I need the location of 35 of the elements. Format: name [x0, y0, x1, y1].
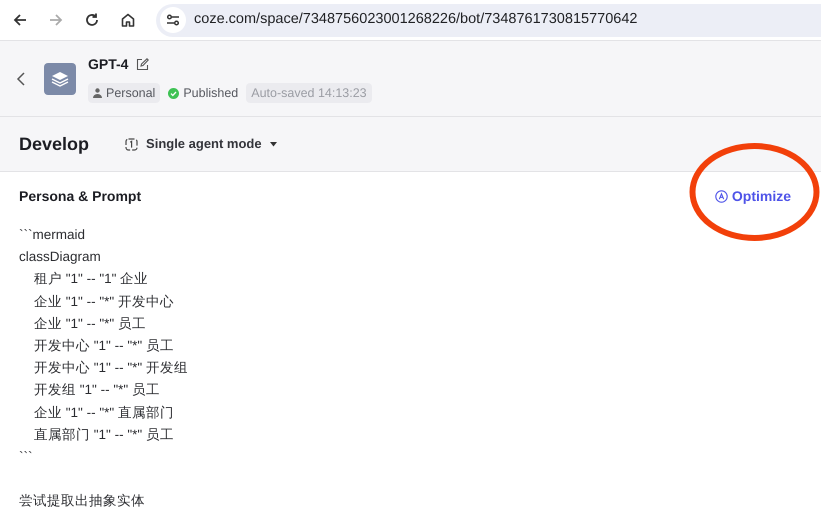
site-settings-icon [166, 13, 180, 27]
edit-icon[interactable] [136, 58, 150, 71]
prompt-line: 尝试提取出抽象实体 [19, 493, 145, 508]
prompt-line: 企业 "1" -- "*" 员工 [33, 316, 146, 331]
letter-a-circle-icon [714, 190, 728, 202]
space-tag: Personal [88, 82, 160, 104]
check-circle-icon [168, 88, 180, 98]
prompt-line: ``` [19, 449, 32, 464]
publish-status: Published [183, 84, 238, 102]
back-chevron-icon[interactable] [16, 70, 26, 86]
mode-dropdown[interactable]: Single agent mode [125, 134, 277, 154]
prompt-line: 开发中心 "1" -- "*" 员工 [33, 338, 174, 354]
section-title: Develop [19, 132, 90, 156]
bot-avatar [44, 62, 76, 94]
prompt-line: classDiagram [19, 249, 101, 264]
person-icon [93, 88, 102, 98]
url-text: coze.com/space/7348756023001268226/bot/7348761730815770642 [194, 10, 638, 30]
prompt-title: Persona & Prompt [19, 186, 142, 206]
prompt-line: 企业 "1" -- "*" 直属部门 [33, 404, 174, 420]
back-arrow-icon [12, 12, 28, 28]
autosave-tag: Auto-saved 14:13:23 [246, 82, 372, 104]
single-agent-icon [125, 138, 138, 150]
prompt-line: 开发组 "1" -- "*" 员工 [33, 382, 160, 398]
forward-arrow-icon [48, 12, 64, 28]
address-bar[interactable]: coze.com/space/7348756023001268226/bot/7348761730815770642 [156, 4, 821, 36]
prompt-line: 开发中心 "1" -- "*" 开发组 [33, 360, 188, 376]
reload-icon [84, 12, 100, 28]
prompt-line: ```mermaid [19, 227, 85, 242]
bot-name: GPT-4 [88, 54, 128, 74]
caret-icon [270, 142, 277, 146]
prompt-line: 企业 "1" -- "*" 开发中心 [33, 294, 174, 309]
prompt-line: 直属部门 "1" -- "*" 员工 [33, 426, 174, 442]
home-icon [120, 12, 136, 28]
prompt-line: 租户 "1" -- "1" 企业 [33, 271, 148, 286]
optimize-button[interactable]: Optimize [714, 186, 791, 206]
